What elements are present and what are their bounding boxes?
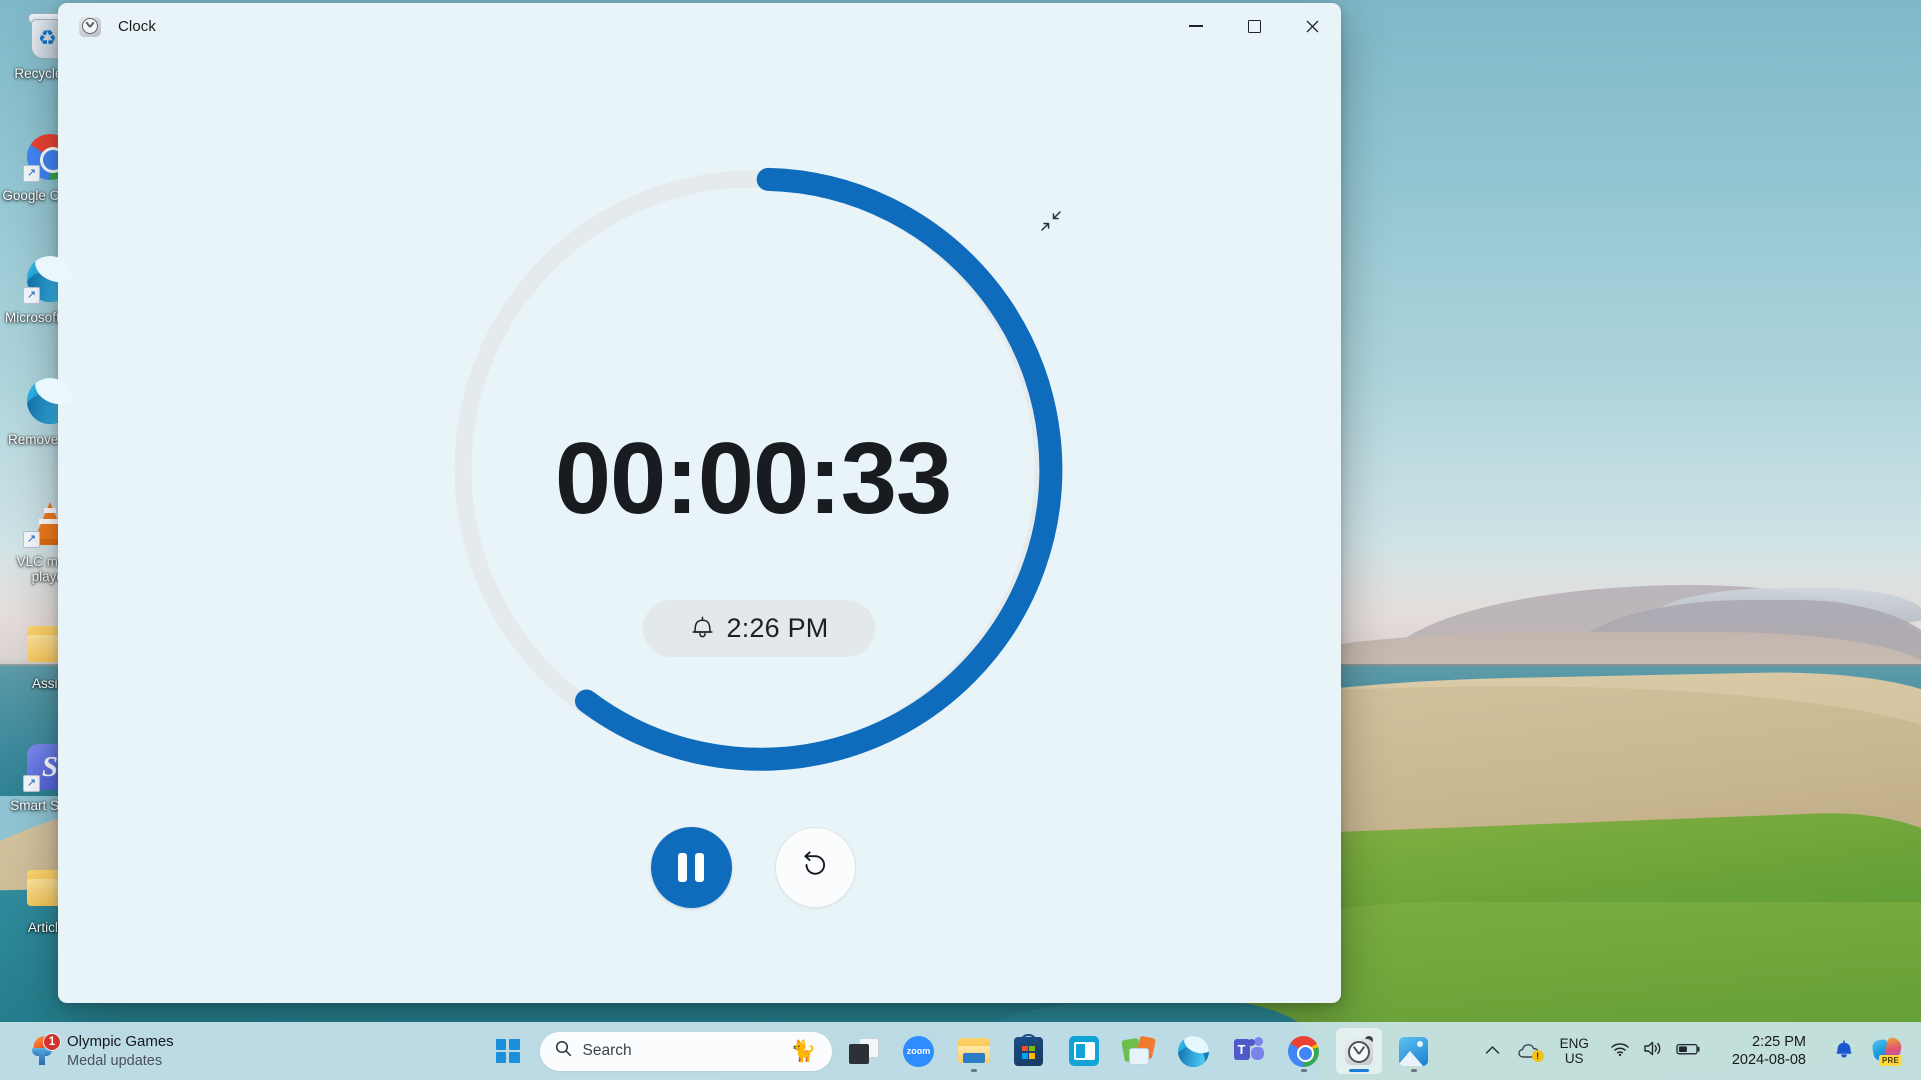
photos-icon: [1399, 1036, 1428, 1066]
taskbar-app-task-view[interactable]: [841, 1028, 887, 1074]
taskbar-app-files[interactable]: [1116, 1028, 1162, 1074]
bell-icon: [1834, 1038, 1854, 1064]
speaker-icon: [1643, 1040, 1663, 1062]
zoom-icon: zoom: [903, 1035, 934, 1067]
shortcut-arrow-icon: ↗: [23, 165, 40, 182]
onedrive-warning-icon: !: [1517, 1042, 1544, 1062]
phone-link-icon: [1068, 1036, 1099, 1066]
tray-notifications-button[interactable]: [1825, 1028, 1863, 1074]
taskbar-app-microsoft-store[interactable]: [1006, 1028, 1052, 1074]
maximize-button[interactable]: [1225, 5, 1283, 47]
close-button[interactable]: [1283, 5, 1341, 47]
taskbar-app-zoom[interactable]: zoom: [896, 1028, 942, 1074]
tray-clock-button[interactable]: 2:25 PM 2024-08-08: [1713, 1028, 1825, 1074]
tray-copilot-button[interactable]: PRE: [1863, 1028, 1911, 1074]
files-icon: [1121, 1035, 1157, 1065]
task-view-icon: [848, 1038, 879, 1064]
taskbar-app-google-chrome[interactable]: [1281, 1028, 1327, 1074]
reset-button[interactable]: [774, 826, 856, 908]
timer-controls: [443, 822, 1063, 912]
running-indicator: [970, 1069, 977, 1072]
wifi-icon: [1610, 1041, 1630, 1062]
pause-bar-left: [678, 852, 687, 882]
timer-readout: 00:00:33: [554, 423, 952, 535]
window-title: Clock: [118, 17, 157, 35]
alarm-clock-icon: [78, 14, 102, 38]
windows-logo-icon: [495, 1039, 520, 1063]
chrome-icon: [1288, 1035, 1319, 1067]
cat-icon: 🐈: [790, 1039, 817, 1063]
start-button[interactable]: [485, 1028, 531, 1074]
copilot-preview-badge: PRE: [1879, 1055, 1903, 1066]
active-indicator: [1348, 1069, 1369, 1072]
system-tray: ! ENG US 2:25 PM 2024-08-08 PRE: [1476, 1022, 1911, 1080]
shortcut-arrow-icon: ↗: [23, 531, 40, 548]
edge-icon: [1178, 1035, 1209, 1067]
pause-button[interactable]: [650, 826, 732, 908]
taskbar-search-box[interactable]: Search 🐈: [539, 1031, 832, 1071]
taskbar-app-phone-link[interactable]: [1061, 1028, 1107, 1074]
microsoft-store-icon: [1014, 1033, 1043, 1066]
exit-fullscreen-button[interactable]: [1034, 206, 1068, 240]
taskbar-app-photos[interactable]: [1391, 1028, 1437, 1074]
taskbar-app-file-explorer[interactable]: [951, 1028, 997, 1074]
pause-bar-right: [695, 852, 704, 882]
running-indicator: [1300, 1069, 1307, 1072]
collapse-arrows-icon: [1040, 210, 1062, 237]
tray-language-button[interactable]: ENG US: [1551, 1028, 1598, 1074]
tray-date: 2024-08-08: [1731, 1052, 1806, 1068]
search-icon: [555, 1040, 572, 1062]
timer-stage: 00:00:33 2:26 PM: [58, 49, 1341, 1003]
taskbar: 1 Olympic Games Medal updates Search 🐈 z: [0, 1022, 1921, 1080]
battery-icon: [1676, 1042, 1701, 1061]
teams-icon: T: [1233, 1037, 1264, 1065]
shortcut-arrow-icon: ↗: [23, 775, 40, 792]
language-secondary: US: [1564, 1051, 1584, 1066]
tray-quick-settings-button[interactable]: [1598, 1028, 1713, 1074]
taskbar-app-microsoft-edge[interactable]: [1171, 1028, 1217, 1074]
clock-window: Clock 00:00:33 2:26 PM: [58, 3, 1341, 1003]
minimize-button[interactable]: [1167, 5, 1225, 47]
running-indicator: [1410, 1069, 1417, 1072]
search-input[interactable]: Search: [583, 1042, 780, 1060]
window-titlebar[interactable]: Clock: [58, 3, 1341, 49]
chevron-up-icon: [1485, 1042, 1500, 1060]
alarm-time-chip[interactable]: 2:26 PM: [643, 600, 875, 657]
file-explorer-icon: [957, 1037, 990, 1065]
taskbar-app-clock[interactable]: [1335, 1028, 1382, 1074]
shortcut-arrow-icon: ↗: [23, 287, 40, 304]
tray-time: 2:25 PM: [1752, 1034, 1806, 1050]
alarm-time-label: 2:26 PM: [726, 613, 829, 643]
bell-icon: [690, 613, 715, 645]
copilot-icon: PRE: [1871, 1036, 1903, 1066]
tray-onedrive-button[interactable]: !: [1509, 1028, 1551, 1074]
tray-overflow-button[interactable]: [1476, 1028, 1509, 1074]
alarm-clock-icon: [1344, 1036, 1374, 1066]
reset-arrow-icon: [797, 847, 833, 888]
taskbar-app-microsoft-teams[interactable]: T: [1226, 1028, 1272, 1074]
language-primary: ENG: [1559, 1036, 1589, 1051]
